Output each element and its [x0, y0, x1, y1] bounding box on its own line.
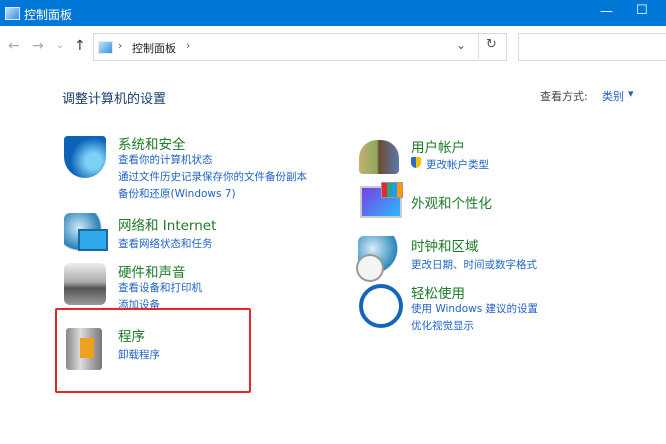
- view-by-dropdown[interactable]: 类别: [602, 88, 624, 104]
- address-dropdown-button[interactable]: ⌄: [456, 38, 466, 52]
- back-button[interactable]: ←: [8, 38, 20, 54]
- globe-clock-icon: [356, 236, 400, 282]
- minimize-button[interactable]: —: [600, 4, 613, 19]
- control-panel-icon: [5, 7, 20, 20]
- link-backup-restore[interactable]: 备份和还原(Windows 7): [118, 186, 236, 201]
- network-globe-icon: [64, 213, 108, 255]
- category-ease-of-access[interactable]: 轻松使用: [411, 282, 465, 302]
- user-accounts-icon: [359, 140, 399, 174]
- breadcrumb-control-panel[interactable]: 控制面板: [132, 40, 176, 56]
- uac-shield-icon: [411, 157, 421, 168]
- forward-button[interactable]: →: [32, 38, 44, 54]
- view-by-label: 查看方式:: [540, 90, 588, 103]
- clock-icon: [356, 254, 384, 282]
- breadcrumb-separator: ›: [118, 39, 123, 52]
- category-user-accounts[interactable]: 用户帐户: [411, 136, 465, 156]
- up-button[interactable]: ↑: [74, 38, 86, 54]
- address-bar[interactable]: › 控制面板 › ⌄: [93, 33, 507, 61]
- refresh-button[interactable]: ↻: [478, 33, 505, 59]
- link-file-history[interactable]: 通过文件历史记录保存你的文件备份副本: [118, 169, 307, 184]
- control-panel-icon: [98, 41, 113, 54]
- link-network-status[interactable]: 查看网络状态和任务: [118, 236, 213, 251]
- link-recommended-settings[interactable]: 使用 Windows 建议的设置: [411, 301, 538, 316]
- breadcrumb-separator[interactable]: ›: [186, 39, 190, 52]
- maximize-button[interactable]: ☐: [636, 3, 648, 18]
- link-devices-printers[interactable]: 查看设备和打印机: [118, 280, 202, 295]
- link-optimize-visual-display[interactable]: 优化视觉显示: [411, 318, 474, 333]
- shield-icon: [64, 136, 106, 178]
- search-input[interactable]: [518, 33, 666, 61]
- link-view-computer-status[interactable]: 查看你的计算机状态: [118, 152, 213, 167]
- link-change-account-type[interactable]: 更改帐户类型: [426, 157, 489, 172]
- highlight-box: [55, 308, 251, 393]
- monitor-icon: [78, 229, 108, 251]
- link-change-date-time-format[interactable]: 更改日期、时间或数字格式: [411, 257, 537, 272]
- category-network-internet[interactable]: 网络和 Internet: [118, 214, 216, 234]
- title-bar: 控制面板 — ☐: [0, 0, 666, 26]
- refresh-icon: ↻: [486, 37, 497, 52]
- color-palette-icon: [381, 182, 403, 198]
- window-title: 控制面板: [24, 8, 73, 22]
- page-title: 调整计算机的设置: [62, 92, 167, 107]
- category-appearance[interactable]: 外观和个性化: [411, 192, 492, 212]
- category-hardware-sound[interactable]: 硬件和声音: [118, 261, 186, 281]
- category-clock-region[interactable]: 时钟和区域: [411, 235, 479, 255]
- category-system-security[interactable]: 系统和安全: [118, 133, 186, 153]
- printer-icon: [64, 263, 106, 305]
- chevron-down-icon[interactable]: ▾: [628, 87, 634, 100]
- ease-of-access-icon: [359, 284, 403, 328]
- recent-locations-button[interactable]: ⌄: [56, 40, 64, 51]
